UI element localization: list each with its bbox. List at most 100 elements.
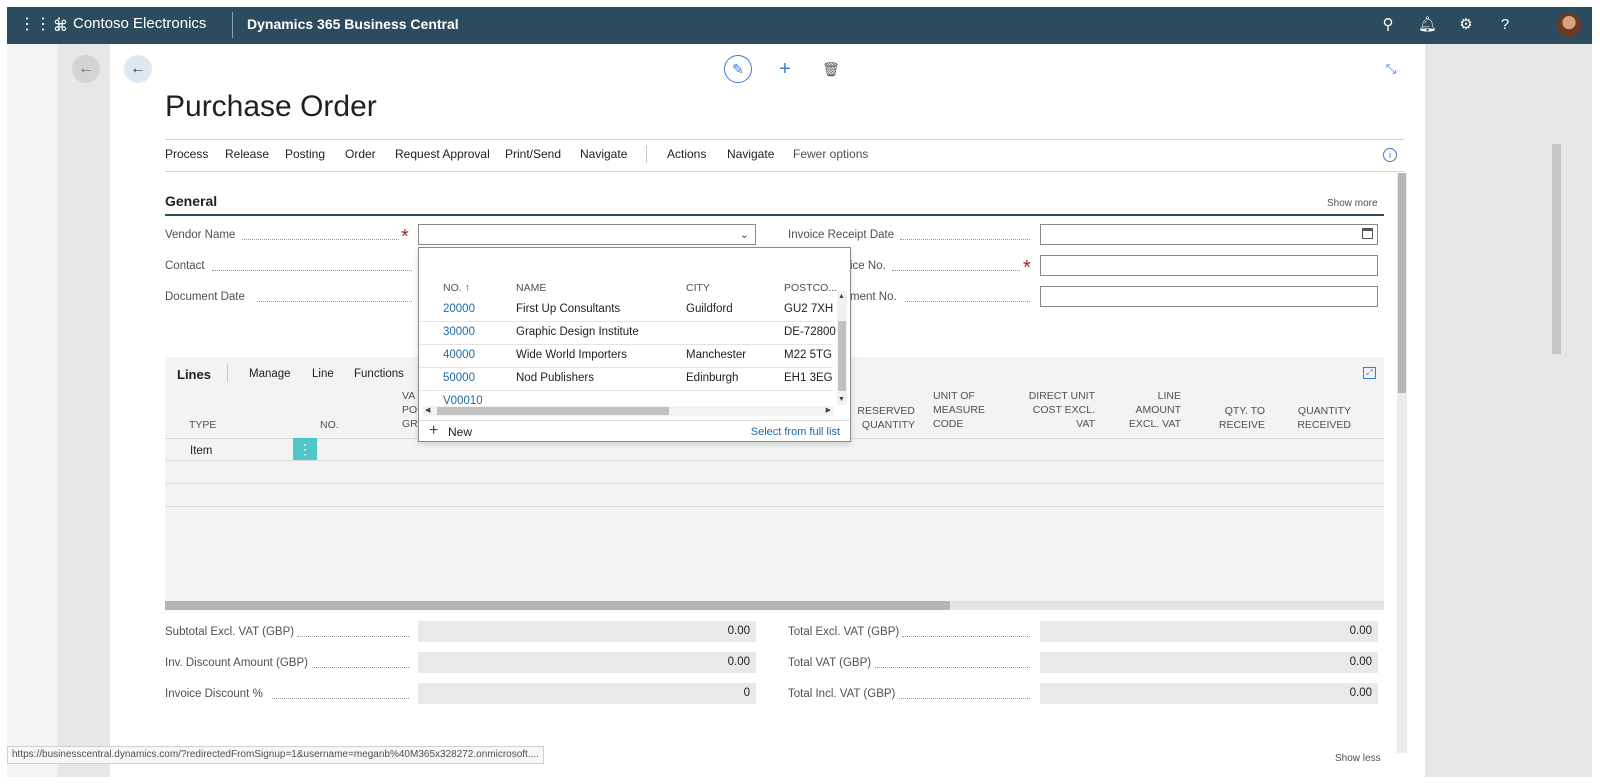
action-process[interactable]: Process	[165, 147, 208, 161]
col-text: AMOUNT	[1135, 404, 1182, 416]
dropdown-horizontal-scrollbar[interactable]: ◀ ▶	[423, 406, 833, 416]
vendor-city: Guildford	[686, 303, 733, 315]
status-url: https://businesscentral.dynamics.com/?re…	[7, 746, 544, 764]
action-release[interactable]: Release	[225, 147, 269, 161]
dropdown-vertical-scrollbar[interactable]: ▲ ▼	[837, 291, 847, 405]
col-text: RECEIVED	[1297, 419, 1351, 431]
search-icon[interactable]: ⚲	[1379, 16, 1397, 34]
action-navigate-2[interactable]: Navigate	[727, 147, 774, 161]
action-request-approval[interactable]: Request Approval	[395, 147, 490, 161]
action-posting[interactable]: Posting	[285, 147, 325, 161]
dropdown-column-name[interactable]: NAME	[516, 282, 546, 294]
col-text: VAT	[1076, 418, 1095, 430]
product-name[interactable]: Dynamics 365 Business Central	[247, 16, 459, 32]
inv-discount-value[interactable]: 0.00	[418, 652, 756, 673]
line-type-cell[interactable]: Item	[190, 445, 212, 457]
action-fewer-options[interactable]: Fewer options	[793, 147, 868, 161]
total-vat-label: Total VAT (GBP)	[788, 657, 872, 669]
label-leader	[297, 636, 409, 638]
label-leader	[900, 239, 1030, 241]
action-actions[interactable]: Actions	[667, 147, 706, 161]
back-arrow-icon-outer[interactable]: ←	[72, 55, 100, 83]
info-icon[interactable]: i	[1383, 148, 1397, 162]
outer-scrollbar[interactable]	[1552, 144, 1561, 354]
app-launcher-icon[interactable]: ⋮⋮⋮	[19, 17, 67, 33]
col-text: CODE	[933, 418, 964, 430]
scrollbar-thumb[interactable]	[1398, 173, 1406, 393]
top-bar: ⋮⋮⋮ ⌘ Contoso Electronics Dynamics 365 B…	[7, 7, 1592, 44]
select-from-full-list-link[interactable]: Select from full list	[751, 426, 840, 438]
column-unit-of-measure[interactable]: UNIT OF MEASURE CODE	[933, 389, 985, 431]
vendor-no[interactable]: 40000	[443, 349, 475, 361]
lines-action-line[interactable]: Line	[312, 368, 334, 380]
collapse-icon[interactable]: ⤡	[1377, 55, 1405, 83]
chevron-down-icon[interactable]: ⌄	[740, 228, 749, 241]
action-order[interactable]: Order	[345, 147, 376, 161]
page-scrollbar[interactable]	[1397, 173, 1407, 753]
list-item[interactable]: 40000 Wide World Importers Manchester M2…	[419, 344, 833, 367]
vendor-shipment-no-field[interactable]	[1040, 286, 1378, 307]
org-name[interactable]: Contoso Electronics	[73, 15, 206, 32]
plus-icon[interactable]: +	[429, 422, 438, 440]
list-item[interactable]: 20000 First Up Consultants Guildford GU2…	[419, 298, 833, 321]
edit-pencil-icon[interactable]: ✎	[724, 55, 752, 83]
dropdown-footer: + New Select from full list	[419, 420, 850, 442]
lines-action-functions[interactable]: Functions	[354, 368, 404, 380]
vendor-no[interactable]: 20000	[443, 303, 475, 315]
invoice-receipt-date-field[interactable]	[1040, 224, 1378, 245]
scrollbar-thumb[interactable]	[838, 321, 846, 391]
col-text: QUANTITY	[1297, 405, 1351, 417]
vendor-name: Nod Publishers	[516, 372, 594, 384]
calendar-icon[interactable]	[1362, 228, 1373, 239]
vendor-name: First Up Consultants	[516, 303, 621, 315]
scroll-left-icon[interactable]: ◀	[425, 406, 430, 414]
column-type[interactable]: TYPE	[189, 418, 216, 432]
bell-icon[interactable]: 🔔︎	[1418, 16, 1437, 34]
help-icon[interactable]: ?	[1496, 16, 1514, 34]
row-actions-icon[interactable]: ⋮	[293, 438, 317, 460]
action-print-send[interactable]: Print/Send	[505, 147, 561, 161]
vendor-name-field[interactable]: ⌄	[418, 224, 756, 245]
dropdown-column-postcode[interactable]: POSTCO...	[784, 282, 837, 294]
scroll-up-icon[interactable]: ▲	[838, 293, 845, 300]
required-indicator: *	[1023, 257, 1031, 279]
vendor-city: Manchester	[686, 349, 747, 361]
lines-action-manage[interactable]: Manage	[249, 368, 291, 380]
plus-icon[interactable]: +	[771, 55, 799, 83]
column-no[interactable]: NO.	[320, 418, 339, 432]
vendor-postcode: DE-72800	[784, 326, 836, 338]
lines-horizontal-scrollbar[interactable]	[165, 601, 1384, 610]
list-item[interactable]: 30000 Graphic Design Institute DE-72800	[419, 321, 836, 344]
column-quantity-received[interactable]: QUANTITY RECEIVED	[1285, 404, 1351, 432]
new-vendor-button[interactable]: New	[448, 425, 472, 439]
column-line-amount[interactable]: LINE AMOUNT EXCL. VAT	[1115, 389, 1181, 431]
scroll-down-icon[interactable]: ▼	[838, 396, 845, 403]
column-direct-unit-cost[interactable]: DIRECT UNIT COST EXCL. VAT	[1015, 389, 1095, 431]
back-arrow-icon[interactable]: ←	[124, 55, 152, 83]
action-navigate[interactable]: Navigate	[580, 147, 627, 161]
column-qty-to-receive[interactable]: QTY. TO RECEIVE	[1205, 404, 1265, 432]
vendor-no[interactable]: 30000	[443, 326, 475, 338]
column-vat-partial[interactable]: VA PO GR	[402, 389, 418, 431]
column-reserved-quantity[interactable]: RESERVED QUANTITY	[855, 404, 915, 432]
vendor-invoice-no-field[interactable]	[1040, 255, 1378, 276]
avatar[interactable]	[1557, 13, 1581, 37]
list-item[interactable]: 50000 Nod Publishers Edinburgh EH1 3EG	[419, 367, 833, 390]
total-excl-value: 0.00	[1040, 621, 1378, 642]
expand-icon[interactable]: ⤢	[1363, 367, 1376, 379]
dropdown-column-city[interactable]: CITY	[686, 282, 710, 294]
show-less-link[interactable]: Show less	[1335, 753, 1381, 764]
lines-title[interactable]: Lines	[177, 367, 211, 382]
trash-icon[interactable]: 🗑︎	[817, 55, 845, 83]
dropdown-column-no[interactable]: NO. ↑	[443, 282, 470, 294]
total-vat-value: 0.00	[1040, 652, 1378, 673]
vendor-no[interactable]: 50000	[443, 372, 475, 384]
general-section-title[interactable]: General	[165, 193, 217, 209]
gear-icon[interactable]: ⚙	[1457, 16, 1475, 34]
vendor-name-label: Vendor Name	[165, 229, 236, 241]
scrollbar-thumb[interactable]	[437, 407, 669, 415]
show-more-link[interactable]: Show more	[1327, 198, 1378, 209]
scrollbar-thumb[interactable]	[165, 601, 950, 610]
invoice-discount-pct-value[interactable]: 0	[418, 683, 756, 704]
scroll-right-icon[interactable]: ▶	[826, 406, 831, 414]
